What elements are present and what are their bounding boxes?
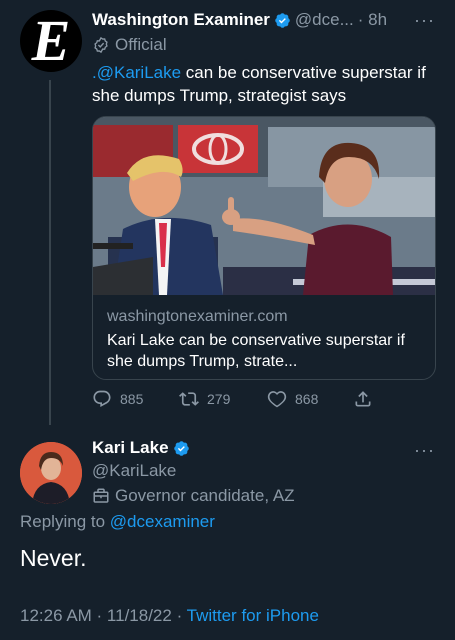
official-badge-icon <box>94 36 108 54</box>
article-photo-illustration <box>93 117 435 295</box>
reply-tweet-header: Kari Lake <box>92 438 190 458</box>
reply-author-bio: Governor candidate, AZ <box>92 486 295 506</box>
more-icon[interactable]: ··· <box>414 10 435 31</box>
article-image[interactable] <box>93 117 435 295</box>
reply-tweet-text: Never. <box>20 545 87 571</box>
official-label: Official <box>92 35 167 55</box>
verified-badge-icon <box>275 12 290 28</box>
card-title: Kari Lake can be conservative superstar … <box>107 332 405 370</box>
author-name[interactable]: Washington Examiner <box>92 10 270 30</box>
link-preview-card[interactable]: washingtonexaminer.com Kari Lake can be … <box>92 116 436 380</box>
replying-prefix: Replying to <box>20 512 110 531</box>
parent-tweet-header: Washington Examiner @dce... · 8h <box>92 10 387 30</box>
share-icon <box>355 391 371 407</box>
author-handle[interactable]: @dce... <box>295 10 354 30</box>
timestamp[interactable]: 12:26 AM · 11/18/22 · <box>20 606 187 625</box>
share-button[interactable] <box>353 389 381 409</box>
reply-button[interactable]: 885 <box>92 389 179 409</box>
briefcase-icon <box>93 488 109 503</box>
parent-tweet[interactable]: E Washington Examiner @dce... · 8h ··· O… <box>0 0 455 430</box>
retweet-button[interactable]: 279 <box>179 389 267 409</box>
bio-text: Governor candidate, AZ <box>115 486 295 505</box>
like-count: 868 <box>295 391 319 407</box>
reply-icon <box>93 390 111 408</box>
reply-author-handle[interactable]: @KariLake <box>92 461 176 481</box>
tweet-timestamp-line: 12:26 AM · 11/18/22 · Twitter for iPhone <box>20 606 319 626</box>
kari-lake-avatar[interactable] <box>20 442 82 504</box>
avatar-photo <box>20 442 82 504</box>
reply-count: 885 <box>120 391 144 407</box>
retweet-count: 279 <box>207 391 231 407</box>
replying-handle-link[interactable]: @dcexaminer <box>110 512 215 531</box>
retweet-icon <box>179 392 199 406</box>
replying-to-line: Replying to @dcexaminer <box>20 512 215 532</box>
parent-tweet-text: .@KariLake can be conservative superstar… <box>92 61 437 107</box>
tweet-source-link[interactable]: Twitter for iPhone <box>187 606 319 625</box>
examiner-logo-glyph: E <box>31 10 71 72</box>
verified-badge-icon <box>173 440 189 456</box>
more-icon[interactable]: ··· <box>414 440 435 461</box>
official-text: Official <box>115 35 167 54</box>
like-icon <box>267 391 287 408</box>
mention-link[interactable]: .@KariLake <box>92 63 181 82</box>
tweet-action-bar: 885 279 868 <box>92 389 392 409</box>
like-button[interactable]: 868 <box>267 389 353 409</box>
reply-author-name[interactable]: Kari Lake <box>92 438 169 458</box>
tweet-time[interactable]: · 8h <box>358 10 387 30</box>
washington-examiner-avatar[interactable]: E <box>20 10 82 72</box>
card-domain: washingtonexaminer.com <box>107 308 288 325</box>
card-meta: washingtonexaminer.com Kari Lake can be … <box>93 295 435 372</box>
